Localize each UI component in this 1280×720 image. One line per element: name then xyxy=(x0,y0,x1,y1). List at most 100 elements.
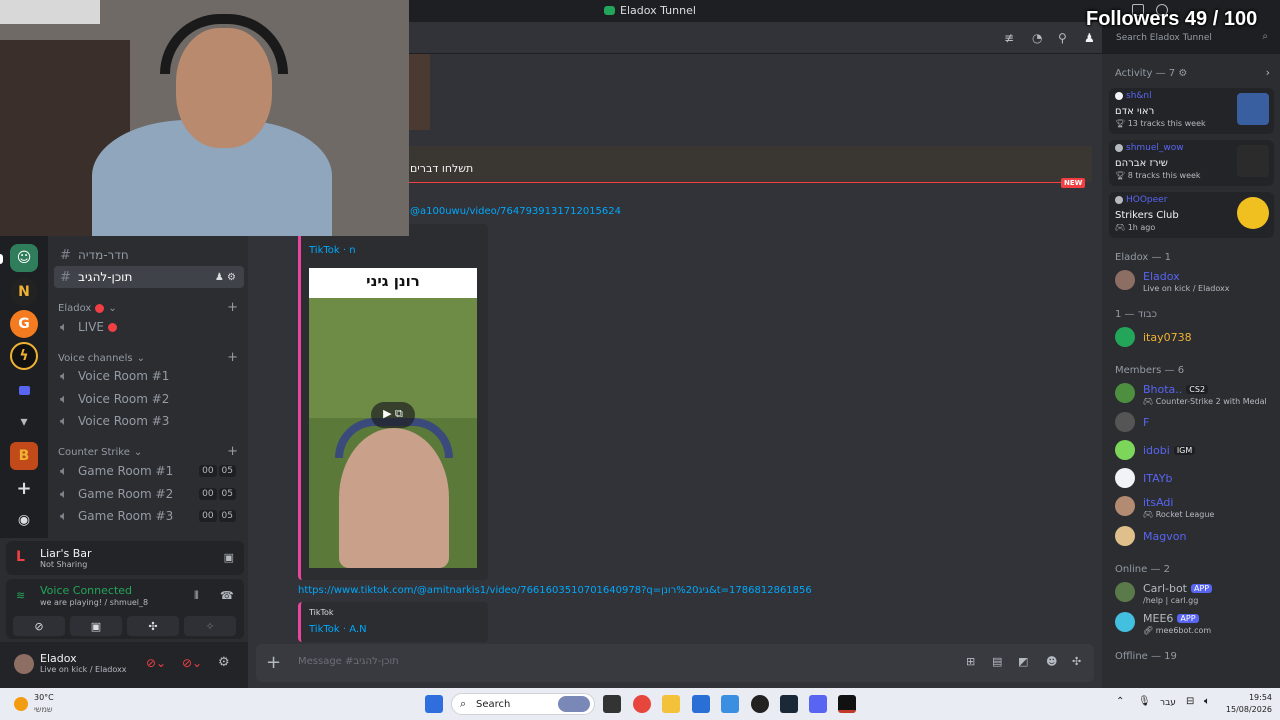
gift-icon[interactable]: ⊞ xyxy=(966,655,975,668)
bell-icon[interactable]: ◔ xyxy=(1032,31,1042,45)
server-icon-n[interactable]: N xyxy=(10,278,38,306)
channel-media[interactable]: # חדר-מדיה xyxy=(54,244,244,266)
member-itay[interactable]: itay0738 xyxy=(1115,323,1275,351)
share-screen-icon[interactable]: ▣ xyxy=(224,551,234,564)
windows-start-icon[interactable] xyxy=(425,695,443,713)
task-view-icon[interactable] xyxy=(603,695,621,713)
clock-time[interactable]: 19:54 xyxy=(1224,693,1272,702)
pin-icon[interactable]: ⚲ xyxy=(1058,31,1067,45)
invite-and-settings-icons[interactable]: ♟ ⚙ xyxy=(215,272,236,283)
add-channel-icon[interactable]: + xyxy=(227,300,238,315)
camera-button[interactable]: ⊘ xyxy=(13,616,65,636)
game-room-2[interactable]: 🔈︎ Game Room #2 00 05 xyxy=(54,483,244,505)
folder-icon[interactable] xyxy=(10,376,38,404)
voice-room-1[interactable]: 🔈︎ Voice Room #1 xyxy=(54,365,244,387)
add-channel-icon[interactable]: + xyxy=(227,444,238,459)
member-status: 🎮︎ Counter-Strike 2 with Medal xyxy=(1143,397,1267,406)
outlook-icon[interactable] xyxy=(721,695,739,713)
server-icon-bat[interactable]: ▾ xyxy=(10,408,38,436)
netflix-icon[interactable] xyxy=(838,695,856,713)
channel-sidebar: # חדר-מדיה # תוכן-להגיב ♟ ⚙ Eladox ⌄ + 🔈… xyxy=(48,236,248,538)
activity-card[interactable]: HOOpeer Strikers Club 🎮︎ 1h ago xyxy=(1109,192,1274,238)
screen-share-button[interactable]: ▣ xyxy=(70,616,122,636)
video-thumbnail[interactable]: רונן גיני ▶ ⧉ xyxy=(309,268,477,568)
message-link[interactable]: @a100uwu/video/7647939131712015624 xyxy=(410,206,621,217)
discord-taskbar-icon[interactable] xyxy=(809,695,827,713)
activity-card[interactable]: shmuel_wow שירז אברהם 🏆︎ 8 tracks this w… xyxy=(1109,140,1274,186)
member-carl-bot[interactable]: Carl-bot APP /help | carl.gg xyxy=(1115,578,1275,606)
search-icon: ⌕ xyxy=(1262,31,1268,42)
member-bhota[interactable]: Bhota.. CS2 🎮︎ Counter-Strike 2 with Meda… xyxy=(1115,379,1275,407)
soundboard-button[interactable]: ✧ xyxy=(184,616,236,636)
activity-panel: L Liar's Bar Not Sharing ▣ xyxy=(6,541,244,575)
threads-icon[interactable]: ≢ xyxy=(1004,31,1014,45)
gif-icon[interactable]: ▤ xyxy=(992,655,1002,668)
chevron-right-icon[interactable]: › xyxy=(1266,66,1270,79)
channel-live[interactable]: 🔈︎ LIVE xyxy=(54,316,244,338)
user-name[interactable]: Eladox xyxy=(40,652,77,665)
category-eladox[interactable]: Eladox ⌄ xyxy=(58,303,117,314)
voice-title[interactable]: Voice Connected xyxy=(40,584,132,597)
plus-icon[interactable]: + xyxy=(266,652,281,673)
embed-provider[interactable]: TikTok · n xyxy=(309,245,356,256)
member-mee6[interactable]: MEE6 APP 🔗︎ mee6bot.com xyxy=(1115,608,1275,636)
user-status: Live on kick / Eladoxx xyxy=(40,665,127,674)
category-counter-strike[interactable]: Counter Strike ⌄ xyxy=(58,447,142,458)
server-icon-lightning[interactable]: ϟ xyxy=(10,342,38,370)
message-link[interactable]: https://www.tiktok.com/@amitnarkis1/vide… xyxy=(298,585,812,596)
chrome-icon[interactable] xyxy=(633,695,651,713)
category-voice[interactable]: Voice channels ⌄ xyxy=(58,353,145,364)
obs-icon[interactable] xyxy=(751,695,769,713)
clock-date[interactable]: 15/08/2026 xyxy=(1224,705,1272,714)
chevron-up-icon[interactable]: ⌃ xyxy=(1116,696,1124,707)
network-icon[interactable]: ⊟ xyxy=(1186,696,1194,707)
disconnect-icon[interactable]: ☎ xyxy=(220,589,234,602)
activity-card[interactable]: sh&nl ראוי אדם 🏆︎ 13 tracks this week xyxy=(1109,88,1274,134)
play-icon[interactable]: ▶ ⧉ xyxy=(371,402,415,428)
message-input[interactable]: Message #תוכן-להגיב xyxy=(298,656,399,667)
avatar[interactable] xyxy=(14,654,34,674)
weather-temp[interactable]: 30°C xyxy=(34,693,54,702)
member-f[interactable]: F xyxy=(1115,408,1275,436)
member-idobi[interactable]: idobi IGM xyxy=(1115,436,1275,464)
member-itsadi[interactable]: itsAdi 🎮︎ Rocket League xyxy=(1115,492,1275,520)
noise-suppression-icon[interactable]: ⦀ xyxy=(194,589,199,603)
gear-icon[interactable]: ⚙ xyxy=(218,655,230,670)
message-composer[interactable]: + Message #תוכן-להגיב ⊞ ▤ ◩ ☻ ✣ xyxy=(256,644,1094,682)
activities-button[interactable]: ✣ xyxy=(127,616,179,636)
embed-provider[interactable]: TikTok · A.N xyxy=(309,624,367,635)
apps-icon[interactable]: ✣ xyxy=(1072,655,1081,668)
game-room-3[interactable]: 🔈︎ Game Room #3 00 05 xyxy=(54,505,244,527)
member-eladox[interactable]: Eladox Live on kick / Eladoxx xyxy=(1115,266,1275,294)
volume-icon[interactable]: 🔈︎ xyxy=(1204,696,1210,707)
deafen-icon[interactable]: ⊘⌄ xyxy=(182,656,202,670)
member-itayb[interactable]: ITAYb xyxy=(1115,464,1275,492)
mic-muted-icon[interactable]: ⊘⌄ xyxy=(146,656,166,670)
activity-thumbnail xyxy=(1237,145,1269,177)
add-channel-icon[interactable]: + xyxy=(227,350,238,365)
search-input[interactable]: Search Eladox Tunnel ⌕ xyxy=(1110,30,1272,48)
server-icon-b[interactable]: B xyxy=(10,442,38,470)
pinned-bar: תשלחו דברים xyxy=(408,146,1092,182)
server-icon-g[interactable]: G xyxy=(10,310,38,338)
store-icon[interactable] xyxy=(692,695,710,713)
channel-label: Game Room #2 xyxy=(78,487,174,501)
file-explorer-icon[interactable] xyxy=(662,695,680,713)
voice-room-2[interactable]: 🔈︎ Voice Room #2 xyxy=(54,388,244,410)
signal-icon[interactable]: ≋ xyxy=(16,589,25,602)
steam-icon[interactable] xyxy=(780,695,798,713)
mic-icon[interactable]: 🎙︎ xyxy=(1138,696,1151,707)
language-indicator[interactable]: עבר xyxy=(1160,698,1176,708)
game-room-1[interactable]: 🔈︎ Game Room #1 00 05 xyxy=(54,460,244,482)
voice-room-3[interactable]: 🔈︎ Voice Room #3 xyxy=(54,410,244,432)
member-magvon[interactable]: Magvon xyxy=(1115,522,1275,550)
add-server-icon[interactable]: + xyxy=(10,474,38,502)
discover-icon[interactable]: ◉ xyxy=(10,506,38,534)
sticker-icon[interactable]: ◩ xyxy=(1018,655,1028,668)
emoji-icon[interactable]: ☻ xyxy=(1046,655,1057,668)
taskbar-search[interactable]: ⌕ Search xyxy=(451,693,595,715)
channel-content-to-react[interactable]: # תוכן-להגיב ♟ ⚙ xyxy=(54,266,244,288)
gear-icon[interactable]: ⚙ xyxy=(1178,68,1187,79)
server-icon-avatar[interactable]: ☺ xyxy=(10,244,38,272)
member-list-icon[interactable]: ♟ xyxy=(1084,31,1095,45)
